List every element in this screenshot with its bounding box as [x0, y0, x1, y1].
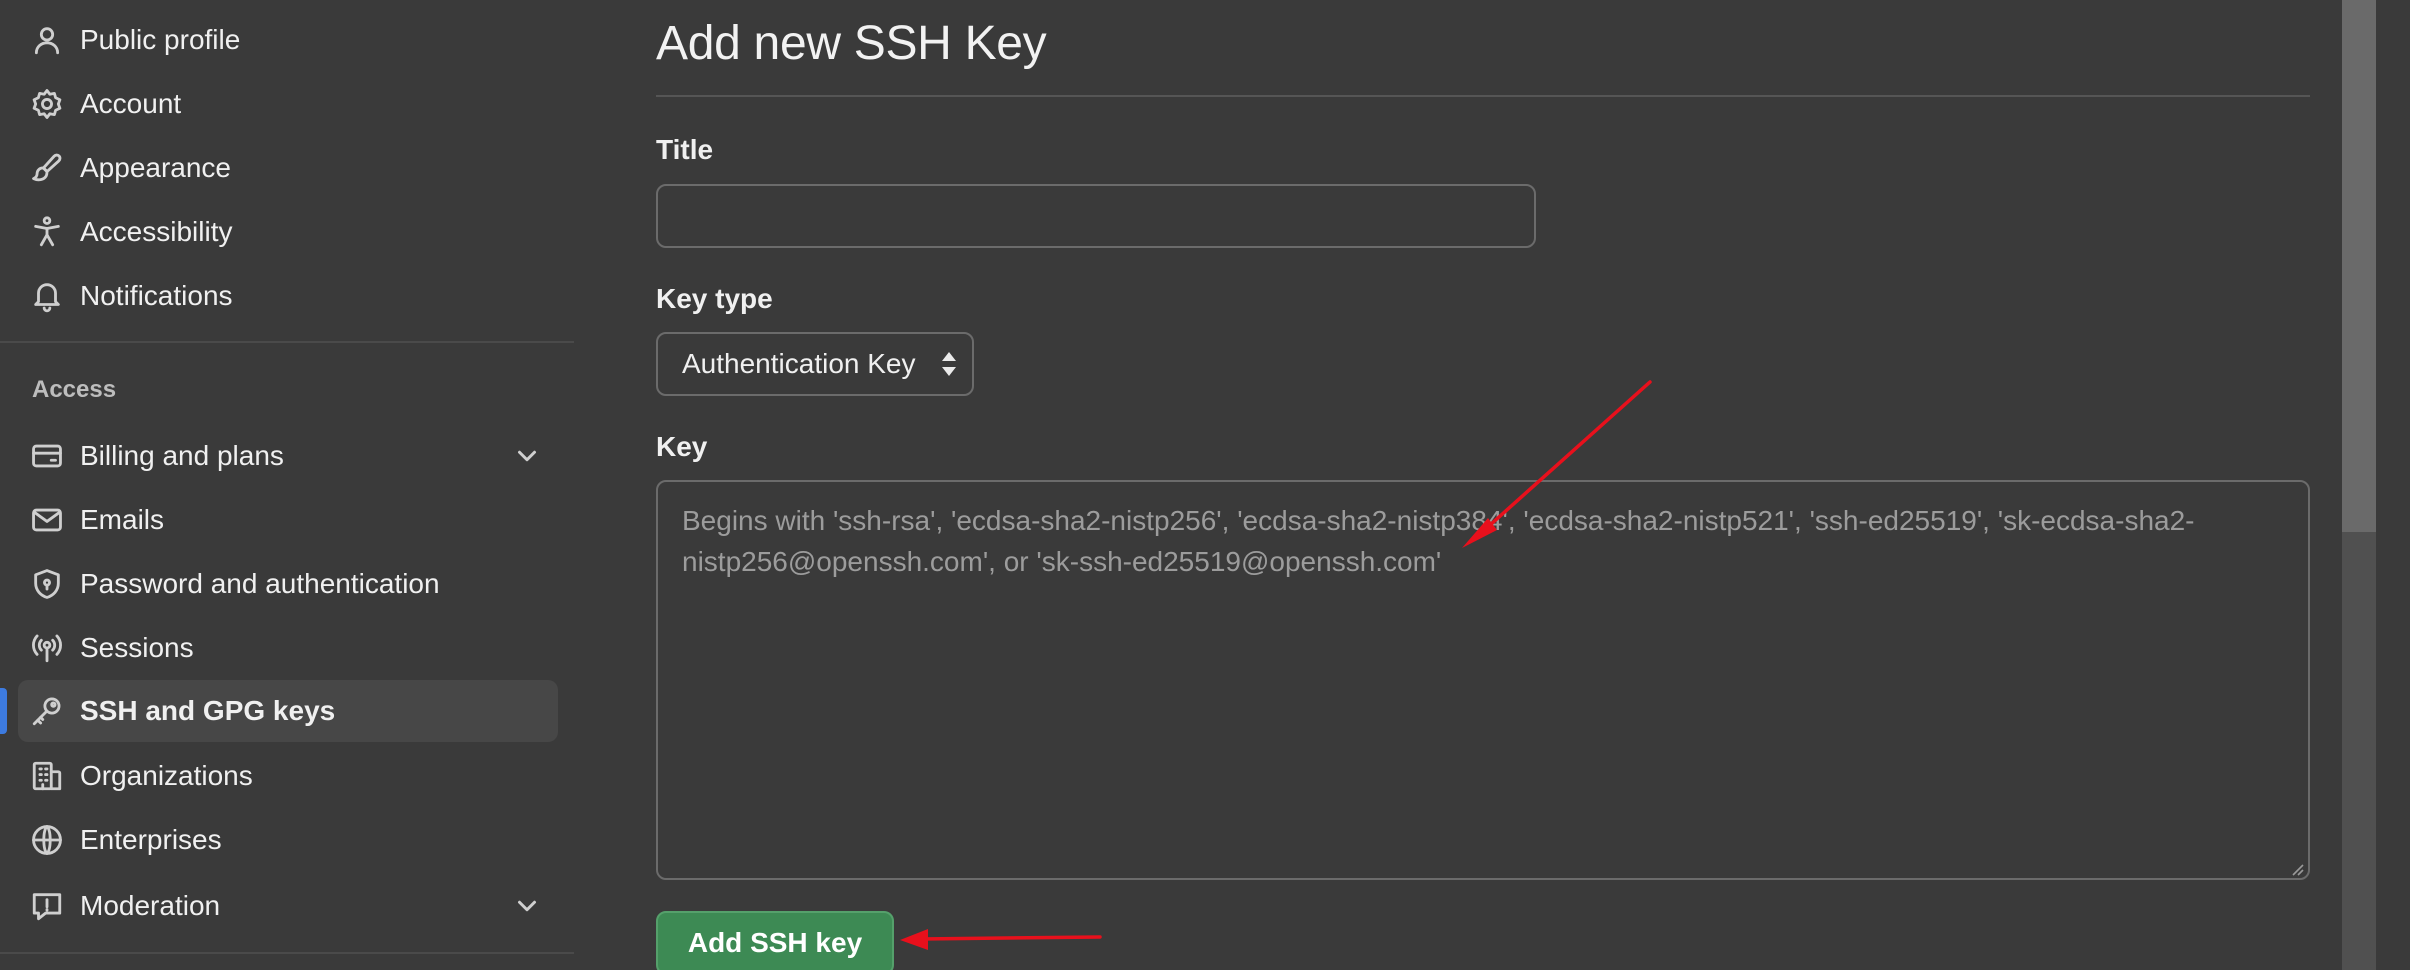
shield-lock-icon: [30, 567, 64, 601]
sidebar-item-public-profile[interactable]: Public profile: [18, 9, 558, 71]
add-ssh-key-button[interactable]: Add SSH key: [656, 911, 894, 970]
sidebar-item-enterprises[interactable]: Enterprises: [18, 809, 558, 871]
sidebar-item-label: Accessibility: [80, 216, 233, 247]
chevron-down-icon[interactable]: [512, 891, 542, 921]
paintbrush-icon: [30, 151, 64, 185]
sidebar-item-notifications[interactable]: Notifications: [18, 265, 558, 327]
title-input[interactable]: [656, 184, 1536, 248]
key-label: Key: [656, 431, 708, 462]
sidebar-item-billing-and-plans[interactable]: Billing and plans: [18, 425, 558, 487]
credit-card-icon: [30, 439, 64, 473]
resize-grip-icon[interactable]: [2290, 862, 2304, 876]
sidebar-divider: [0, 952, 574, 954]
sidebar-item-organizations[interactable]: Organizations: [18, 745, 558, 807]
sidebar-item-label: Billing and plans: [80, 440, 284, 471]
scrollbar-thumb[interactable]: [2342, 0, 2376, 532]
globe-icon: [30, 823, 64, 857]
broadcast-icon: [30, 631, 64, 665]
sidebar-item-label: SSH and GPG keys: [80, 695, 336, 726]
sidebar-item-moderation[interactable]: Moderation: [18, 875, 558, 937]
title-divider: [656, 95, 2310, 97]
sidebar-item-password-and-authentication[interactable]: Password and authentication: [18, 553, 558, 615]
select-arrows-icon: [940, 350, 958, 378]
sidebar-item-sessions[interactable]: Sessions: [18, 617, 558, 679]
sidebar-item-label: Organizations: [80, 760, 253, 791]
key-textarea[interactable]: [656, 480, 2310, 880]
sidebar-section-heading: Access: [32, 376, 117, 403]
key-type-selected-value: Authentication Key: [682, 348, 916, 379]
add-ssh-key-form: Add new SSH Key Title Key type Authentic…: [656, 0, 2310, 970]
sidebar-item-emails[interactable]: Emails: [18, 489, 558, 551]
key-type-label: Key type: [656, 283, 773, 314]
sidebar-item-account[interactable]: Account: [18, 73, 558, 135]
accessibility-icon: [30, 215, 64, 249]
organization-icon: [30, 759, 64, 793]
page-title: Add new SSH Key: [656, 17, 1047, 70]
sidebar-item-label: Sessions: [80, 632, 194, 663]
settings-page: Public profile Account Appearance Access…: [0, 0, 2410, 970]
sidebar-item-label: Notifications: [80, 280, 233, 311]
gear-icon: [30, 87, 64, 121]
sidebar-item-appearance[interactable]: Appearance: [18, 137, 558, 199]
sidebar-item-label: Appearance: [80, 152, 232, 183]
active-indicator: [0, 688, 7, 734]
key-icon: [30, 694, 64, 728]
sidebar-divider: [0, 341, 574, 343]
sidebar-item-label: Enterprises: [80, 824, 222, 855]
sidebar-item-label: Emails: [80, 504, 165, 535]
sidebar-item-label: Account: [80, 88, 182, 119]
sidebar-item-accessibility[interactable]: Accessibility: [18, 201, 558, 263]
title-label: Title: [656, 134, 714, 165]
sidebar-item-label: Password and authentication: [80, 568, 440, 599]
mail-icon: [30, 503, 64, 537]
person-icon: [30, 23, 64, 57]
settings-sidebar: Public profile Account Appearance Access…: [0, 0, 576, 970]
chevron-down-icon[interactable]: [512, 441, 542, 471]
report-icon: [30, 889, 64, 923]
sidebar-item-label: Moderation: [80, 890, 221, 921]
sidebar-item-ssh-and-gpg-keys[interactable]: SSH and GPG keys: [18, 680, 558, 742]
sidebar-item-label: Public profile: [80, 24, 241, 55]
key-type-select[interactable]: Authentication Key: [656, 332, 974, 396]
bell-icon: [30, 279, 64, 313]
